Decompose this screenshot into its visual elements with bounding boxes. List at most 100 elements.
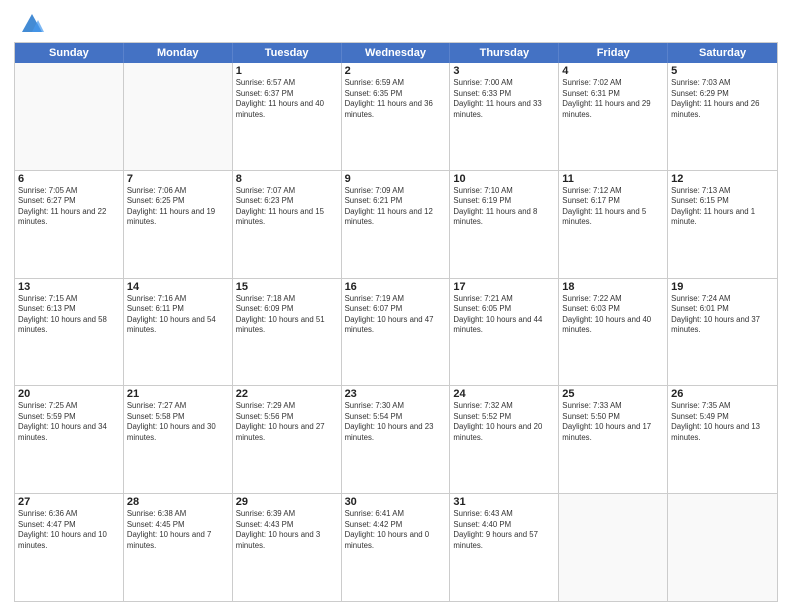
day-number: 3 [453,65,555,77]
cell-info: Sunrise: 6:38 AM Sunset: 4:45 PM Dayligh… [127,509,229,551]
day-number: 25 [562,388,664,400]
day-cell-23: 23Sunrise: 7:30 AM Sunset: 5:54 PM Dayli… [342,386,451,493]
day-cell-18: 18Sunrise: 7:22 AM Sunset: 6:03 PM Dayli… [559,279,668,386]
cell-info: Sunrise: 7:00 AM Sunset: 6:33 PM Dayligh… [453,78,555,120]
cell-info: Sunrise: 7:18 AM Sunset: 6:09 PM Dayligh… [236,294,338,336]
day-cell-22: 22Sunrise: 7:29 AM Sunset: 5:56 PM Dayli… [233,386,342,493]
day-number: 14 [127,281,229,293]
cell-info: Sunrise: 7:21 AM Sunset: 6:05 PM Dayligh… [453,294,555,336]
cell-info: Sunrise: 6:36 AM Sunset: 4:47 PM Dayligh… [18,509,120,551]
day-number: 24 [453,388,555,400]
day-number: 5 [671,65,774,77]
logo-icon [18,10,46,38]
header-day-monday: Monday [124,43,233,63]
cell-info: Sunrise: 6:57 AM Sunset: 6:37 PM Dayligh… [236,78,338,120]
day-cell-7: 7Sunrise: 7:06 AM Sunset: 6:25 PM Daylig… [124,171,233,278]
cell-info: Sunrise: 7:32 AM Sunset: 5:52 PM Dayligh… [453,401,555,443]
day-cell-26: 26Sunrise: 7:35 AM Sunset: 5:49 PM Dayli… [668,386,777,493]
day-cell-10: 10Sunrise: 7:10 AM Sunset: 6:19 PM Dayli… [450,171,559,278]
cell-info: Sunrise: 7:10 AM Sunset: 6:19 PM Dayligh… [453,186,555,228]
day-number: 12 [671,173,774,185]
day-cell-29: 29Sunrise: 6:39 AM Sunset: 4:43 PM Dayli… [233,494,342,601]
header-day-wednesday: Wednesday [342,43,451,63]
week-row-5: 27Sunrise: 6:36 AM Sunset: 4:47 PM Dayli… [15,493,777,601]
day-cell-20: 20Sunrise: 7:25 AM Sunset: 5:59 PM Dayli… [15,386,124,493]
day-cell-17: 17Sunrise: 7:21 AM Sunset: 6:05 PM Dayli… [450,279,559,386]
cell-info: Sunrise: 6:43 AM Sunset: 4:40 PM Dayligh… [453,509,555,551]
cell-info: Sunrise: 7:06 AM Sunset: 6:25 PM Dayligh… [127,186,229,228]
cell-info: Sunrise: 7:15 AM Sunset: 6:13 PM Dayligh… [18,294,120,336]
cell-info: Sunrise: 7:07 AM Sunset: 6:23 PM Dayligh… [236,186,338,228]
cell-info: Sunrise: 7:16 AM Sunset: 6:11 PM Dayligh… [127,294,229,336]
cell-info: Sunrise: 7:22 AM Sunset: 6:03 PM Dayligh… [562,294,664,336]
day-cell-31: 31Sunrise: 6:43 AM Sunset: 4:40 PM Dayli… [450,494,559,601]
cell-info: Sunrise: 7:13 AM Sunset: 6:15 PM Dayligh… [671,186,774,228]
cell-info: Sunrise: 7:05 AM Sunset: 6:27 PM Dayligh… [18,186,120,228]
day-cell-28: 28Sunrise: 6:38 AM Sunset: 4:45 PM Dayli… [124,494,233,601]
day-number: 1 [236,65,338,77]
header-day-tuesday: Tuesday [233,43,342,63]
day-number: 26 [671,388,774,400]
cell-info: Sunrise: 6:59 AM Sunset: 6:35 PM Dayligh… [345,78,447,120]
day-cell-27: 27Sunrise: 6:36 AM Sunset: 4:47 PM Dayli… [15,494,124,601]
day-number: 15 [236,281,338,293]
header-day-thursday: Thursday [450,43,559,63]
day-cell-8: 8Sunrise: 7:07 AM Sunset: 6:23 PM Daylig… [233,171,342,278]
header-day-sunday: Sunday [15,43,124,63]
empty-cell [559,494,668,601]
cell-info: Sunrise: 7:09 AM Sunset: 6:21 PM Dayligh… [345,186,447,228]
page: SundayMondayTuesdayWednesdayThursdayFrid… [0,0,792,612]
empty-cell [15,63,124,170]
day-cell-24: 24Sunrise: 7:32 AM Sunset: 5:52 PM Dayli… [450,386,559,493]
week-row-2: 6Sunrise: 7:05 AM Sunset: 6:27 PM Daylig… [15,170,777,278]
day-number: 23 [345,388,447,400]
cell-info: Sunrise: 7:02 AM Sunset: 6:31 PM Dayligh… [562,78,664,120]
cell-info: Sunrise: 7:12 AM Sunset: 6:17 PM Dayligh… [562,186,664,228]
day-cell-11: 11Sunrise: 7:12 AM Sunset: 6:17 PM Dayli… [559,171,668,278]
day-cell-19: 19Sunrise: 7:24 AM Sunset: 6:01 PM Dayli… [668,279,777,386]
cell-info: Sunrise: 6:41 AM Sunset: 4:42 PM Dayligh… [345,509,447,551]
cell-info: Sunrise: 6:39 AM Sunset: 4:43 PM Dayligh… [236,509,338,551]
day-number: 2 [345,65,447,77]
empty-cell [124,63,233,170]
day-cell-15: 15Sunrise: 7:18 AM Sunset: 6:09 PM Dayli… [233,279,342,386]
day-number: 27 [18,496,120,508]
cell-info: Sunrise: 7:29 AM Sunset: 5:56 PM Dayligh… [236,401,338,443]
logo [14,10,46,38]
header-day-friday: Friday [559,43,668,63]
day-number: 22 [236,388,338,400]
day-cell-13: 13Sunrise: 7:15 AM Sunset: 6:13 PM Dayli… [15,279,124,386]
day-number: 31 [453,496,555,508]
day-number: 7 [127,173,229,185]
calendar: SundayMondayTuesdayWednesdayThursdayFrid… [14,42,778,602]
day-number: 10 [453,173,555,185]
day-cell-21: 21Sunrise: 7:27 AM Sunset: 5:58 PM Dayli… [124,386,233,493]
day-number: 28 [127,496,229,508]
week-row-4: 20Sunrise: 7:25 AM Sunset: 5:59 PM Dayli… [15,385,777,493]
day-number: 11 [562,173,664,185]
day-cell-4: 4Sunrise: 7:02 AM Sunset: 6:31 PM Daylig… [559,63,668,170]
cell-info: Sunrise: 7:03 AM Sunset: 6:29 PM Dayligh… [671,78,774,120]
day-cell-6: 6Sunrise: 7:05 AM Sunset: 6:27 PM Daylig… [15,171,124,278]
day-number: 19 [671,281,774,293]
empty-cell [668,494,777,601]
day-number: 8 [236,173,338,185]
cell-info: Sunrise: 7:35 AM Sunset: 5:49 PM Dayligh… [671,401,774,443]
day-cell-5: 5Sunrise: 7:03 AM Sunset: 6:29 PM Daylig… [668,63,777,170]
day-number: 21 [127,388,229,400]
cell-info: Sunrise: 7:25 AM Sunset: 5:59 PM Dayligh… [18,401,120,443]
day-cell-12: 12Sunrise: 7:13 AM Sunset: 6:15 PM Dayli… [668,171,777,278]
header-day-saturday: Saturday [668,43,777,63]
day-number: 16 [345,281,447,293]
week-row-3: 13Sunrise: 7:15 AM Sunset: 6:13 PM Dayli… [15,278,777,386]
header [14,10,778,38]
day-cell-1: 1Sunrise: 6:57 AM Sunset: 6:37 PM Daylig… [233,63,342,170]
day-number: 29 [236,496,338,508]
week-row-1: 1Sunrise: 6:57 AM Sunset: 6:37 PM Daylig… [15,63,777,170]
day-number: 6 [18,173,120,185]
day-number: 18 [562,281,664,293]
cell-info: Sunrise: 7:30 AM Sunset: 5:54 PM Dayligh… [345,401,447,443]
cell-info: Sunrise: 7:24 AM Sunset: 6:01 PM Dayligh… [671,294,774,336]
day-cell-30: 30Sunrise: 6:41 AM Sunset: 4:42 PM Dayli… [342,494,451,601]
day-cell-14: 14Sunrise: 7:16 AM Sunset: 6:11 PM Dayli… [124,279,233,386]
